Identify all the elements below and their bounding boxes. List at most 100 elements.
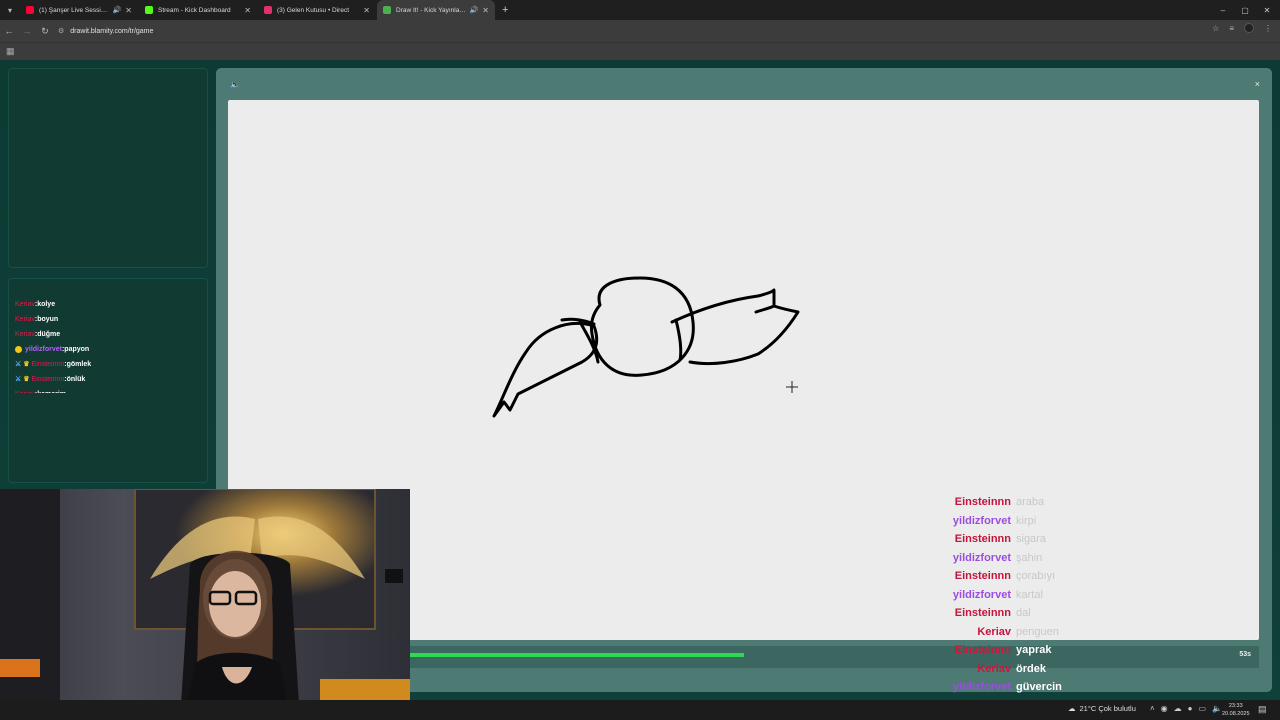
- guess-username: Einsteinnn: [954, 607, 1011, 620]
- notification-icon[interactable]: ▤: [1258, 704, 1267, 715]
- tab-close-icon[interactable]: ✕: [363, 6, 370, 15]
- sword-icon: ⚔: [15, 361, 22, 368]
- guess-username: yildizforvet: [952, 551, 1011, 564]
- chat-text: papyon: [64, 346, 90, 353]
- chat-username[interactable]: Einsteinnn: [32, 372, 65, 387]
- webcam-overlay: [0, 489, 410, 720]
- weather-text: 21°C Çok bulutlu: [1079, 704, 1136, 713]
- window-close-button[interactable]: ✕: [1256, 0, 1278, 20]
- chat-username[interactable]: Keriav: [15, 297, 35, 312]
- left-chat-message: yildizforvet: papyon: [15, 342, 205, 357]
- guess-word: şahin: [1016, 551, 1043, 564]
- menu-kebab-icon[interactable]: ⋮: [1264, 24, 1272, 33]
- microphone-icon[interactable]: ●: [1188, 704, 1193, 713]
- chat-username[interactable]: Keriav: [15, 387, 35, 393]
- browser-tab-3[interactable]: Draw It! - Kick Yayınları İçi 🔊 ✕: [377, 0, 495, 20]
- tab-search-icon[interactable]: ▾: [0, 0, 20, 20]
- minimize-button[interactable]: –: [1212, 0, 1234, 20]
- tab-close-icon[interactable]: ✕: [482, 6, 489, 15]
- overlay-guess-chat: Einsteinnn araba yildizforvet kirpi Einstein…: [900, 493, 1120, 715]
- tab-label: Stream - Kick Dashboard: [158, 6, 231, 14]
- media-control-icon[interactable]: ≡: [1229, 24, 1234, 33]
- site-info-icon[interactable]: ⚙: [58, 27, 64, 35]
- speaker-icon[interactable]: 🔈: [230, 80, 240, 89]
- tab-close-icon[interactable]: ✕: [125, 6, 132, 15]
- overlay-guess-row: Keriav ördek: [900, 660, 1120, 679]
- reload-icon[interactable]: ↻: [36, 26, 54, 37]
- overlay-guess-row: Einsteinnn yaprak: [900, 641, 1120, 660]
- tab-label: (3) Gelen Kutusu • Direct: [277, 6, 349, 14]
- network-icon[interactable]: ▭: [1199, 704, 1207, 713]
- guess-username: Einsteinnn: [954, 496, 1011, 509]
- left-chat-message: Keriav: düğme: [15, 327, 205, 342]
- guess-username: Keriav: [977, 625, 1011, 638]
- url-text: drawit.blamity.com/tr/game: [70, 27, 154, 35]
- tab-favicon-icon: [264, 6, 272, 14]
- browser-tab-bar: ▾ (1) Şanşer Live Sessions - A🔊✕Stream -…: [0, 0, 1280, 20]
- overlay-guess-row: yildizforvet güvercin: [900, 678, 1120, 697]
- tray-cloud-icon[interactable]: ☁: [1174, 704, 1182, 713]
- stroke-left-wing: [492, 322, 599, 418]
- chat-text: boyun: [37, 316, 59, 323]
- tab-sound-icon[interactable]: 🔊: [113, 6, 122, 14]
- left-chat-list: Keriav: kolye Keriav: boyun Keriav: düğme yild…: [15, 297, 205, 393]
- chat-username[interactable]: yildizforvet: [25, 342, 62, 357]
- back-arrow-icon[interactable]: ←: [0, 26, 18, 36]
- left-chat-message: Keriav: kolye: [15, 297, 205, 312]
- badge-icon: [15, 346, 22, 353]
- overlay-guess-row: Keriav penguen: [900, 623, 1120, 642]
- overlay-guess-row: yildizforvet kirpi: [900, 512, 1120, 531]
- chat-username[interactable]: Einsteinnn: [32, 357, 65, 372]
- tab-favicon-icon: [145, 6, 153, 14]
- chat-text: önlük: [66, 376, 86, 383]
- guess-word: çorabıyı: [1016, 570, 1056, 583]
- guess-username: Einsteinnn: [954, 570, 1011, 583]
- bookmark-star-icon[interactable]: ☆: [1212, 24, 1219, 33]
- tab-label: (1) Şanşer Live Sessions - A: [39, 6, 110, 14]
- guess-word: kartal: [1016, 588, 1043, 601]
- forward-arrow-icon[interactable]: →: [18, 26, 36, 36]
- guess-username: yildizforvet: [952, 681, 1011, 694]
- browser-tab-1[interactable]: Stream - Kick Dashboard ✕: [139, 0, 257, 20]
- url-field[interactable]: ⚙ drawit.blamity.com/tr/game: [58, 23, 1198, 39]
- system-tray: ˄ ◉ ☁ ● ▭ 🔈: [1150, 704, 1222, 713]
- browser-tab-2[interactable]: (3) Gelen Kutusu • Direct ✕: [258, 0, 376, 20]
- overlay-guess-row: Einsteinnn araba: [900, 493, 1120, 512]
- left-chat-message: Keriav:kemerim: [15, 387, 205, 393]
- clock-date: 20.08.2025: [1222, 711, 1250, 717]
- left-chat-message: ⚔ ♛ Einsteinnn: önlük: [15, 372, 205, 387]
- address-bar-row: ← → ↻ ⚙ drawit.blamity.com/tr/game ☆ ≡ ⋮: [0, 20, 1280, 42]
- chat-username[interactable]: Keriav: [15, 327, 35, 342]
- overlay-guess-row: Einsteinnn çorabıyı: [900, 567, 1120, 586]
- stroke-right-wing: [670, 288, 800, 366]
- browser-tab-0[interactable]: (1) Şanşer Live Sessions - A🔊✕: [20, 0, 138, 20]
- left-top-panel: [8, 68, 208, 268]
- overlay-guess-row: yildizforvet kartal: [900, 586, 1120, 605]
- guess-word: ördek: [1016, 662, 1046, 675]
- volume-icon[interactable]: 🔈: [1212, 704, 1222, 713]
- overlay-guess-row: yildizforvet şahin: [900, 549, 1120, 568]
- guess-username: Einsteinnn: [954, 644, 1011, 657]
- weather-widget[interactable]: ☁ 21°C Çok bulutlu: [1068, 704, 1136, 713]
- tab-sound-icon[interactable]: 🔊: [470, 6, 479, 14]
- round-timer: 53s: [1239, 651, 1251, 658]
- tray-chevron-icon[interactable]: ˄: [1150, 704, 1155, 713]
- stroke-right-wing-join: [674, 318, 683, 362]
- overlay-guess-row: Einsteinnn sigara: [900, 530, 1120, 549]
- taskbar-clock[interactable]: 23:33 20.08.2025: [1222, 702, 1250, 718]
- cloud-icon: ☁: [1068, 704, 1076, 713]
- new-tab-button[interactable]: +: [502, 4, 508, 16]
- chat-text: kolye: [37, 301, 56, 308]
- windows-taskbar: ☁ 21°C Çok bulutlu ˄ ◉ ☁ ● ▭ 🔈 23:33 20.…: [0, 700, 1280, 720]
- maximize-button[interactable]: ▢: [1234, 0, 1256, 20]
- apps-grid-icon[interactable]: ▦: [6, 46, 15, 57]
- profile-avatar[interactable]: [1244, 23, 1254, 33]
- clock-time: 23:33: [1228, 703, 1243, 709]
- tab-favicon-icon: [383, 6, 391, 14]
- chat-username[interactable]: Keriav: [15, 312, 35, 327]
- modal-close-icon[interactable]: ×: [1255, 79, 1260, 89]
- left-chat-message: Keriav: boyun: [15, 312, 205, 327]
- guess-username: Einsteinnn: [954, 533, 1011, 546]
- tray-app-icon[interactable]: ◉: [1161, 704, 1168, 713]
- tab-close-icon[interactable]: ✕: [244, 6, 251, 15]
